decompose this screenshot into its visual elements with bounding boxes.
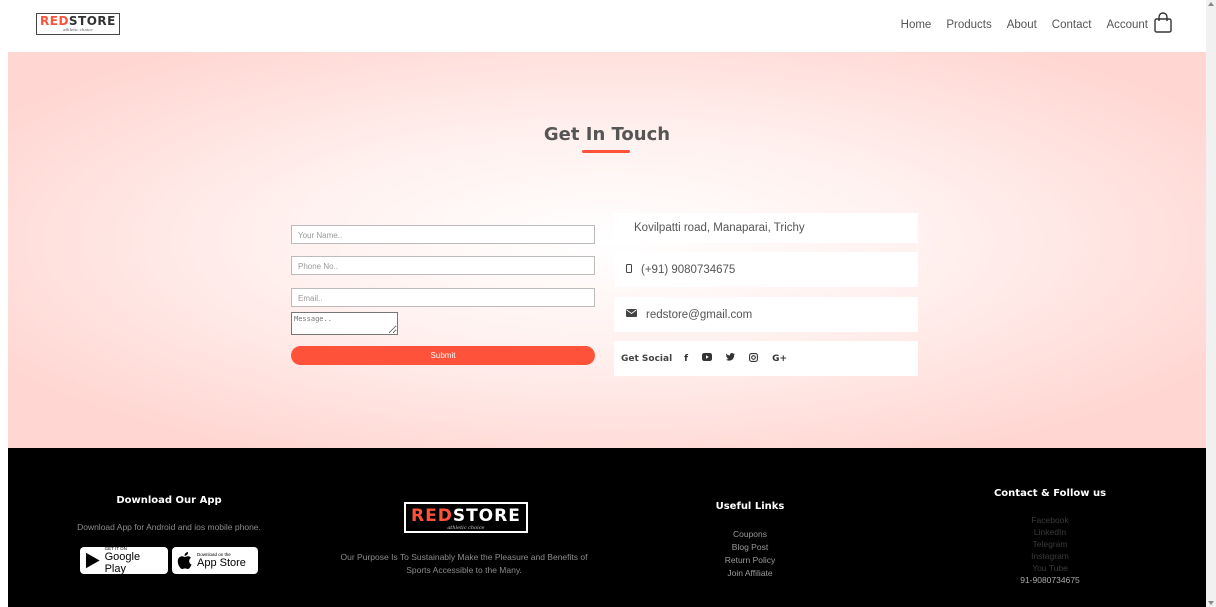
logo-tagline: athletic choice: [63, 27, 93, 32]
mobile-phone-icon: [626, 263, 632, 276]
link-return-policy[interactable]: Return Policy: [678, 554, 822, 567]
brand-logo[interactable]: REDSTORE athletic choice: [36, 13, 120, 35]
address-text: Kovilpatti road, Manaparai, Trichy: [634, 222, 805, 234]
email-box: redstore@gmail.com: [614, 297, 918, 332]
link-blog-post[interactable]: Blog Post: [678, 541, 822, 554]
phone-input[interactable]: Phone No..: [291, 256, 595, 275]
header: REDSTORE athletic choice Home Products A…: [0, 0, 1216, 52]
google-play-icon: [85, 552, 100, 569]
page-scrollbar[interactable]: [1206, 0, 1216, 607]
email-text: redstore@gmail.com: [646, 308, 753, 321]
scroll-down-arrow-icon[interactable]: [1208, 601, 1214, 605]
apple-icon: [177, 552, 192, 569]
phone-box: (+91) 9080734675: [614, 252, 918, 287]
shopping-bag-icon[interactable]: [1153, 12, 1173, 34]
twitter-icon[interactable]: [726, 353, 736, 364]
google-play-button[interactable]: GET IT ON Google Play: [80, 546, 168, 575]
nav-contact[interactable]: Contact: [1052, 19, 1092, 31]
contact-follow-heading: Contact & Follow us: [993, 488, 1107, 499]
facebook-icon[interactable]: f: [684, 354, 688, 364]
envelope-icon: [626, 309, 637, 320]
scroll-up-arrow-icon[interactable]: [1208, 2, 1214, 6]
contact-section: Get In Touch Your Name.. Phone No.. Emai…: [8, 52, 1206, 448]
follow-links-list: Facebook LinkedIn Telegram Instagram You…: [960, 514, 1140, 586]
follow-phone: 91-9080734675: [1020, 575, 1080, 585]
footer-logo-dark: STORE: [452, 506, 521, 526]
footer-logo-tagline: athletic choice: [447, 525, 485, 531]
follow-instagram[interactable]: Instagram: [960, 550, 1140, 562]
purpose-text: Our Purpose Is To Sustainably Make the P…: [304, 551, 624, 577]
nav-about[interactable]: About: [1007, 19, 1037, 31]
nav-account[interactable]: Account: [1106, 19, 1148, 31]
social-box: Get Social f G+: [614, 341, 918, 376]
social-label: Get Social: [621, 353, 673, 364]
download-app-text: Download App for Android and ios mobile …: [77, 522, 261, 532]
purpose-line-1: Our Purpose Is To Sustainably Make the P…: [340, 552, 588, 562]
link-coupons[interactable]: Coupons: [678, 528, 822, 541]
footer-logo: REDSTORE athletic choice: [404, 502, 528, 533]
phone-text: (+91) 9080734675: [641, 263, 736, 276]
google-play-big: Google Play: [104, 551, 141, 575]
nav-home[interactable]: Home: [901, 19, 932, 31]
footer-logo-red: RED: [411, 506, 453, 526]
submit-button[interactable]: Submit: [291, 346, 595, 365]
follow-facebook[interactable]: Facebook: [960, 514, 1140, 526]
purpose-line-2: Sports Accessible to the Many.: [406, 565, 522, 575]
follow-linkedin[interactable]: LinkedIn: [960, 526, 1140, 538]
link-join-affiliate[interactable]: Join Affiliate: [678, 567, 822, 580]
download-app-heading: Download Our App: [116, 495, 222, 506]
logo-red-text: RED: [40, 14, 69, 28]
app-store-big: App Store: [197, 557, 246, 569]
useful-links-heading: Useful Links: [715, 501, 785, 512]
follow-youtube[interactable]: You Tube: [960, 562, 1140, 574]
address-box: Kovilpatti road, Manaparai, Trichy: [614, 213, 918, 243]
message-textarea[interactable]: [291, 312, 398, 335]
title-underline: [582, 150, 630, 153]
follow-telegram[interactable]: Telegram: [960, 538, 1140, 550]
email-input[interactable]: Email..: [291, 288, 595, 307]
instagram-icon[interactable]: [749, 352, 759, 365]
page-title: Get In Touch: [543, 124, 671, 145]
logo-dark-text: STORE: [68, 14, 116, 28]
name-input[interactable]: Your Name..: [291, 225, 595, 244]
main-nav: Home Products About Contact Account: [901, 19, 1148, 31]
useful-links-list: Coupons Blog Post Return Policy Join Aff…: [678, 528, 822, 580]
google-plus-icon[interactable]: G+: [772, 354, 787, 364]
youtube-icon[interactable]: [702, 353, 713, 364]
footer: Download Our App Download App for Androi…: [8, 448, 1206, 607]
nav-products[interactable]: Products: [946, 19, 991, 31]
app-store-button[interactable]: Download on the App Store: [172, 547, 258, 574]
